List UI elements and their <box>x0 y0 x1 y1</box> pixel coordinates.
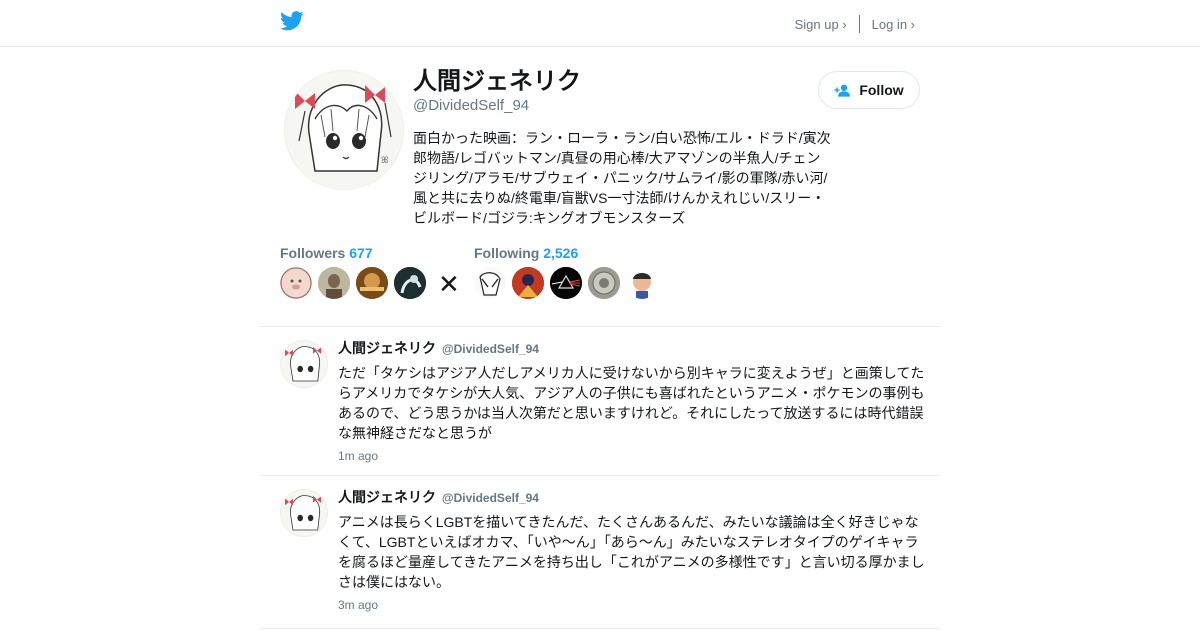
tweet-timestamp[interactable]: 3m ago <box>338 598 930 612</box>
tweet-body: 人間ジェネリク @DividedSelf_94 アニメは長らくLGBTを描いてき… <box>338 489 930 612</box>
anime-girl-avatar-image <box>281 490 327 536</box>
followers-heading: Followers 677 <box>280 245 432 261</box>
tweet-body: 人間ジェネリク @DividedSelf_94 ただ「タケシはアジア人だしアメリ… <box>338 340 930 463</box>
following-avatar[interactable] <box>550 267 582 299</box>
followers-stat[interactable]: Followers 677 <box>280 245 432 299</box>
following-avatar[interactable] <box>512 267 544 299</box>
profile-stats: Followers 677 ✕ Following 2,526 <box>280 245 940 305</box>
follower-avatar[interactable] <box>356 267 388 299</box>
tweet-text: アニメは長らくLGBTを描いてきたんだ、たくさんあるんだ、みたいな議論は全く好き… <box>338 514 925 590</box>
following-avatar[interactable] <box>588 267 620 299</box>
follower-avatar[interactable] <box>280 267 312 299</box>
divider <box>260 326 940 327</box>
following-count: 2,526 <box>543 245 579 261</box>
divider <box>260 475 940 476</box>
anime-girl-avatar-image: ꕤ <box>285 71 403 189</box>
add-user-icon <box>834 84 851 97</box>
follower-avatar-image <box>356 267 388 299</box>
followers-label: Followers <box>280 245 346 261</box>
follower-avatar-image <box>318 267 350 299</box>
tweet-text: ただ「タケシはアジア人だしアメリカ人に受けないから別キャラに変えようぜ」と画策し… <box>338 365 925 441</box>
following-avatar[interactable] <box>626 267 658 299</box>
tweet-author-handle[interactable]: @DividedSelf_94 <box>442 342 539 356</box>
profile-name: 人間ジェネリク <box>413 68 581 95</box>
following-avatars <box>474 267 664 299</box>
twitter-bird-icon[interactable] <box>280 11 304 31</box>
nav-divider <box>858 15 860 33</box>
tweet-header: 人間ジェネリク @DividedSelf_94 <box>338 489 930 506</box>
profile-avatar[interactable]: ꕤ <box>284 70 404 190</box>
follower-avatar[interactable] <box>318 267 350 299</box>
profile-info: 人間ジェネリク @DividedSelf_94 面白かった映画：ラン・ローラ・ラ… <box>413 68 833 228</box>
top-bar: Sign up › Log in › <box>0 0 1200 47</box>
log-in-link[interactable]: Log in › <box>872 17 915 32</box>
following-avatar-image <box>550 267 582 299</box>
svg-text:ꕤ: ꕤ <box>381 156 389 166</box>
auth-nav: Sign up › Log in › <box>795 15 915 33</box>
tweet-author-name[interactable]: 人間ジェネリク <box>338 489 436 505</box>
following-avatar-image <box>588 267 620 299</box>
following-avatar-image <box>474 267 506 299</box>
tweet-avatar[interactable] <box>280 489 328 537</box>
following-avatar-image <box>512 267 544 299</box>
profile-handle[interactable]: @DividedSelf_94 <box>413 97 833 114</box>
following-avatar[interactable] <box>474 267 506 299</box>
sign-up-link[interactable]: Sign up › <box>795 17 847 32</box>
follow-button[interactable]: Follow <box>818 71 920 109</box>
following-stat[interactable]: Following 2,526 <box>474 245 664 299</box>
follower-avatar-image <box>394 267 426 299</box>
profile-bio: 面白かった映画：ラン・ローラ・ラン/白い恐怖/エル・ドラド/寅次郎物語/レゴバッ… <box>413 130 831 226</box>
tweet-author-name[interactable]: 人間ジェネリク <box>338 340 436 356</box>
follower-avatar-image <box>280 267 312 299</box>
follow-button-label: Follow <box>859 82 904 98</box>
following-label: Following <box>474 245 540 261</box>
following-heading: Following 2,526 <box>474 245 664 261</box>
tweet-timestamp[interactable]: 1m ago <box>338 449 930 463</box>
follower-avatar[interactable] <box>394 267 426 299</box>
following-avatar-image <box>626 267 658 299</box>
anime-girl-avatar-image <box>281 341 327 387</box>
tweet-author-handle[interactable]: @DividedSelf_94 <box>442 491 539 505</box>
tweet-header: 人間ジェネリク @DividedSelf_94 <box>338 340 930 357</box>
followers-count: 677 <box>349 245 373 261</box>
tweet-avatar[interactable] <box>280 340 328 388</box>
followers-avatars <box>280 267 432 299</box>
divider <box>260 628 940 629</box>
stats-separator: ✕ <box>438 269 460 299</box>
